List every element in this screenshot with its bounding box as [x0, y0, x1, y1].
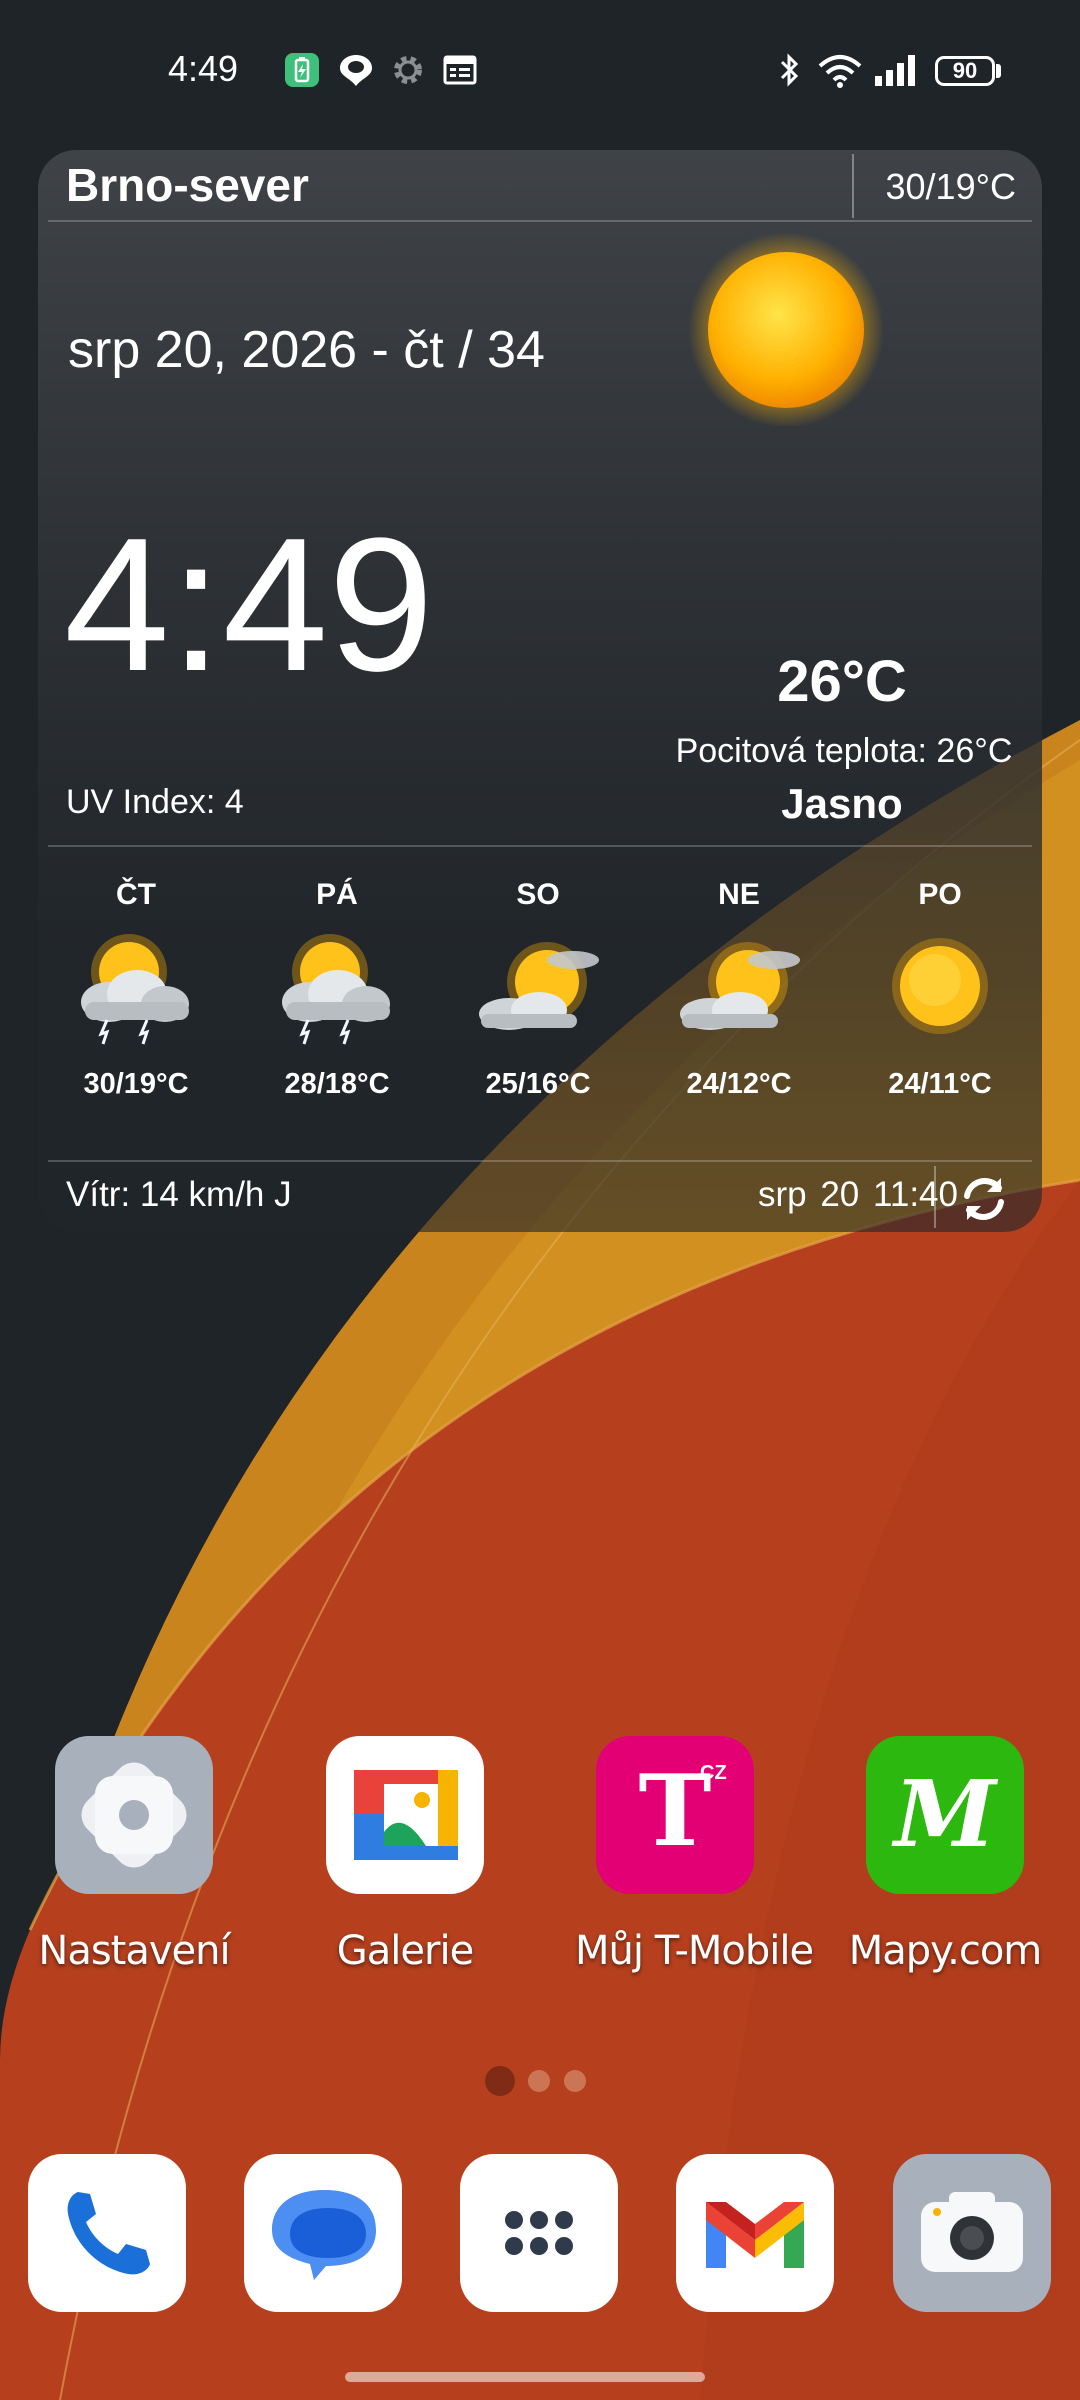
- gallery-app-icon: [326, 1736, 484, 1894]
- app-mapy[interactable]: M Mapy.com: [845, 1736, 1045, 1974]
- current-temperature: 26°C: [777, 649, 907, 714]
- forecast-day[interactable]: NE 24/12°C: [649, 878, 829, 1101]
- battery-nub: [996, 64, 1001, 78]
- forecast-day[interactable]: PO 24/11°C: [850, 878, 1030, 1101]
- header-divider: [852, 154, 854, 218]
- page-indicator[interactable]: [0, 2066, 1080, 2096]
- app-label: Galerie: [336, 1928, 474, 1974]
- forecast-day-name: PÁ: [316, 878, 358, 911]
- weather-widget[interactable]: Brno-sever 30/19°C srp 20, 2026 - čt / 3…: [38, 150, 1042, 1232]
- wifi-icon: [818, 55, 862, 88]
- forecast-temp: 24/11°C: [888, 1068, 992, 1100]
- partly-cloudy-icon: [680, 942, 800, 1030]
- cell-signal-icon: [875, 55, 915, 86]
- app-drawer-icon[interactable]: [460, 2154, 618, 2312]
- gesture-home-bar[interactable]: [345, 2372, 705, 2382]
- messages-app-icon[interactable]: [244, 2154, 402, 2312]
- tmobile-logo-badge: CZ: [700, 1762, 727, 1784]
- battery-level: 90: [935, 56, 995, 86]
- calendar-icon: [443, 55, 477, 85]
- app-settings[interactable]: Nastavení: [34, 1736, 234, 1974]
- forecast-temp: 24/12°C: [686, 1068, 792, 1100]
- footer-divider: [934, 1166, 936, 1228]
- partly-cloudy-icon: [479, 942, 599, 1030]
- phone-app-icon[interactable]: [28, 2154, 186, 2312]
- forecast-day[interactable]: SO 25/16°C: [448, 878, 628, 1101]
- app-label: Nastavení: [38, 1928, 230, 1974]
- page-dot[interactable]: [528, 2070, 550, 2092]
- app-gallery[interactable]: Galerie: [305, 1736, 505, 1974]
- page-dot-active[interactable]: [485, 2066, 515, 2096]
- forecast-day[interactable]: ČT 30/19°C: [46, 878, 226, 1101]
- app-tmobile[interactable]: T CZ Můj T-Mobile: [575, 1736, 814, 1974]
- header-separator: [48, 220, 1032, 222]
- uv-index: UV Index: 4: [66, 783, 244, 821]
- forecast-day-name: NE: [718, 878, 760, 911]
- sun-icon: [688, 232, 884, 428]
- gmail-app-icon[interactable]: [676, 2154, 834, 2312]
- tmobile-app-icon: T CZ: [596, 1736, 754, 1894]
- bluetooth-icon: [780, 53, 799, 87]
- forecast-separator: [48, 845, 1032, 847]
- forecast-temp: 25/16°C: [485, 1068, 591, 1100]
- forecast-temp: 30/19°C: [83, 1068, 189, 1100]
- sun-icon: [892, 938, 988, 1034]
- settings-app-icon: [55, 1736, 213, 1894]
- location-icon: [340, 55, 372, 86]
- forecast-day-name: ČT: [116, 878, 156, 911]
- app-label: Mapy.com: [848, 1928, 1043, 1974]
- last-updated: srp 20 11:40: [758, 1175, 958, 1214]
- status-time: 4:49: [168, 48, 239, 89]
- wind-info: Vítr: 14 km/h J: [66, 1175, 292, 1214]
- app-label: Můj T-Mobile: [575, 1928, 814, 1974]
- footer-separator: [48, 1160, 1032, 1162]
- mapy-app-icon: M: [866, 1736, 1024, 1894]
- mapy-logo-letter: M: [894, 1760, 996, 1868]
- feels-like-temperature: Pocitová teplota: 26°C: [675, 732, 1013, 770]
- forecast-day[interactable]: PÁ 28/18°C: [247, 878, 427, 1101]
- forecast-temp: 28/18°C: [284, 1068, 390, 1100]
- tmobile-logo-letter: T: [638, 1754, 712, 1869]
- battery-saver-icon: [285, 53, 319, 87]
- camera-app-icon[interactable]: [893, 2154, 1051, 2312]
- storm-sun-icon: [282, 934, 390, 1045]
- current-date[interactable]: srp 20, 2026 - čt / 34: [68, 320, 545, 380]
- settings-gear-icon: [394, 56, 422, 84]
- page-dot[interactable]: [564, 2070, 586, 2092]
- today-high-low: 30/19°C: [885, 166, 1016, 207]
- widget-clock[interactable]: 4:49: [64, 510, 434, 700]
- forecast-day-name: PO: [918, 878, 962, 911]
- weather-condition: Jasno: [781, 780, 903, 827]
- storm-sun-icon: [81, 934, 189, 1045]
- forecast-day-name: SO: [516, 878, 560, 911]
- city-name[interactable]: Brno-sever: [66, 158, 309, 212]
- refresh-icon[interactable]: [955, 1170, 1013, 1228]
- status-bar: 4:49 90: [0, 0, 1080, 140]
